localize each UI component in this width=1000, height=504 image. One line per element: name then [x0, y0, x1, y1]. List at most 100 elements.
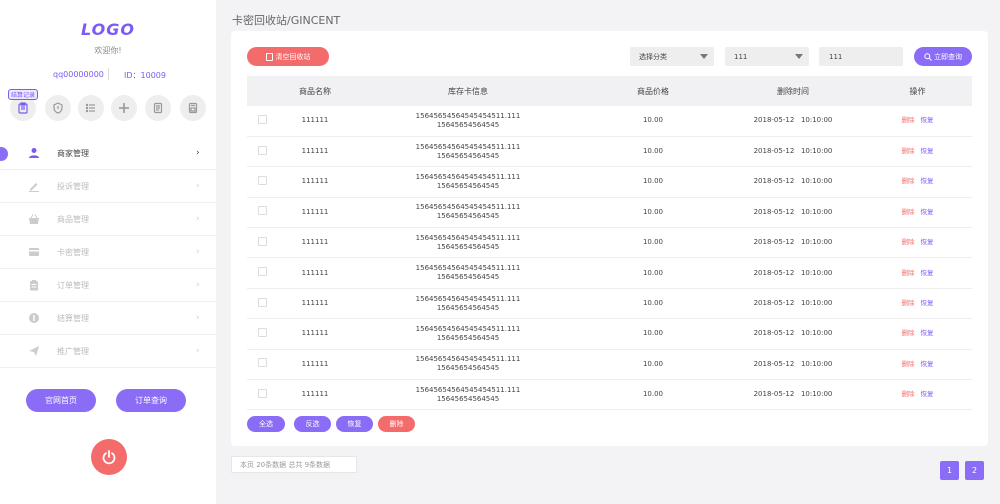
row-checkbox[interactable] — [257, 358, 267, 368]
row-checkbox[interactable] — [257, 267, 267, 277]
product-name: 111111 — [301, 207, 329, 216]
row-delete-link[interactable]: 删除 — [902, 238, 915, 246]
row-delete-link[interactable]: 删除 — [902, 269, 915, 277]
invoice-icon[interactable] — [180, 95, 206, 121]
welcome-text: 欢迎你! — [94, 46, 122, 55]
delete-time: 2018-05-12 10:10:00 — [753, 116, 833, 125]
row-actions: 删除 恢复 — [863, 288, 972, 318]
row-delete-link[interactable]: 删除 — [902, 116, 915, 124]
row-delete-link[interactable]: 删除 — [902, 390, 915, 398]
sidebar-item-card[interactable]: 卡密管理 › — [0, 236, 216, 269]
shield-icon[interactable] — [45, 95, 71, 121]
card-info: 15645654564545454511.111 15645654564545 — [353, 288, 583, 318]
card-info-line: 15645654564545 — [436, 394, 500, 403]
product-name: 111111 — [301, 299, 329, 308]
chevron-right-icon: › — [196, 181, 200, 191]
list-icon[interactable] — [78, 95, 104, 121]
secondary-select-value: 111 — [734, 52, 748, 61]
document-icon — [265, 52, 273, 61]
page-2-button[interactable]: 2 — [965, 461, 984, 480]
row-actions: 删除 恢复 — [863, 197, 972, 227]
search-input[interactable] — [819, 47, 903, 66]
col-card-info: 库存卡信息 — [448, 86, 488, 96]
row-delete-link[interactable]: 删除 — [902, 147, 915, 155]
sidebar-item-label: 订单管理 — [57, 280, 89, 290]
clipboard-icon[interactable]: 结算记录 — [8, 89, 39, 121]
clear-button-label: 清空回收站 — [275, 52, 311, 61]
card-info-line: 15645654564545454511.111 — [415, 172, 521, 181]
sidebar-item-settlement[interactable]: 结算管理 › — [0, 302, 216, 335]
row-restore-link[interactable]: 恢复 — [921, 329, 934, 337]
query-button[interactable]: 立即查询 — [914, 47, 972, 66]
plus-icon[interactable] — [111, 95, 137, 121]
row-delete-link[interactable]: 删除 — [902, 177, 915, 185]
secondary-select[interactable]: 111 — [725, 47, 809, 66]
row-delete-link[interactable]: 删除 — [902, 299, 915, 307]
sidebar-item-product[interactable]: 商品管理 › — [0, 203, 216, 236]
row-checkbox-cell — [247, 228, 277, 258]
row-checkbox[interactable] — [257, 236, 267, 246]
row-restore-link[interactable]: 恢复 — [921, 299, 934, 307]
row-restore-link[interactable]: 恢复 — [921, 269, 934, 277]
row-restore-link[interactable]: 恢复 — [921, 147, 934, 155]
table-row: 111111 15645654564545454511.111 1564565456… — [247, 167, 972, 198]
sidebar: LOGO 欢迎你! qq00000000 ID：10009 结算记录 商家管理 … — [0, 0, 216, 504]
order-query-button[interactable]: 订单查询 — [116, 389, 186, 412]
category-select[interactable]: 选择分类 — [630, 47, 714, 66]
row-checkbox-cell — [247, 136, 277, 166]
power-button[interactable] — [91, 439, 127, 475]
row-actions: 删除 恢复 — [863, 319, 972, 349]
user-icon — [28, 147, 40, 159]
pagination-info: 本页 20条数据 总共 9条数据 — [231, 456, 357, 473]
row-checkbox-cell — [247, 349, 277, 379]
row-checkbox[interactable] — [257, 327, 267, 337]
product-name: 111111 — [301, 238, 329, 247]
row-restore-link[interactable]: 恢复 — [921, 208, 934, 216]
invert-selection-button[interactable]: 反选 — [294, 416, 331, 432]
row-delete-link[interactable]: 删除 — [902, 208, 915, 216]
row-actions: 删除 恢复 — [863, 106, 972, 136]
row-checkbox[interactable] — [257, 114, 267, 124]
account-number: qq00000000 — [53, 70, 104, 79]
sidebar-item-promotion[interactable]: 推广管理 › — [0, 335, 216, 368]
select-all-button[interactable]: 全选 — [247, 416, 285, 432]
card-info-line: 15645654564545 — [436, 181, 500, 190]
sidebar-item-merchant[interactable]: 商家管理 › — [0, 137, 216, 170]
row-checkbox[interactable] — [257, 145, 267, 155]
row-restore-link[interactable]: 恢复 — [921, 360, 934, 368]
document-icon[interactable] — [145, 95, 171, 121]
logo: LOGO — [81, 20, 135, 39]
chevron-right-icon: › — [196, 148, 200, 158]
row-restore-link[interactable]: 恢复 — [921, 238, 934, 246]
sidebar-item-complaint[interactable]: 投诉管理 › — [0, 170, 216, 203]
product-name: 111111 — [301, 147, 329, 156]
card-info-line: 15645654564545454511.111 — [415, 385, 521, 394]
row-checkbox-cell — [247, 288, 277, 318]
clear-recycle-bin-button[interactable]: 清空回收站 — [247, 47, 329, 66]
row-checkbox-cell — [247, 319, 277, 349]
basket-icon — [28, 213, 40, 225]
restore-button[interactable]: 恢复 — [336, 416, 373, 432]
table-row: 111111 15645654564545454511.111 1564565456… — [247, 136, 972, 167]
search-icon — [924, 52, 932, 61]
sidebar-item-order[interactable]: 订单管理 › — [0, 269, 216, 302]
product-name: 111111 — [301, 329, 329, 338]
home-button[interactable]: 官网首页 — [26, 389, 96, 412]
row-checkbox[interactable] — [257, 206, 267, 216]
row-restore-link[interactable]: 恢复 — [921, 116, 934, 124]
delete-time: 2018-05-12 10:10:00 — [753, 177, 833, 186]
delete-button[interactable]: 删除 — [378, 416, 415, 432]
row-checkbox[interactable] — [257, 388, 267, 398]
card-info-line: 15645654564545 — [436, 273, 500, 282]
row-restore-link[interactable]: 恢复 — [921, 390, 934, 398]
row-checkbox[interactable] — [257, 297, 267, 307]
page-1-button[interactable]: 1 — [940, 461, 959, 480]
card-info: 15645654564545454511.111 15645654564545 — [353, 136, 583, 166]
row-actions: 删除 恢复 — [863, 380, 972, 410]
page-title: 卡密回收站/GINCENT — [232, 14, 341, 27]
row-restore-link[interactable]: 恢复 — [921, 177, 934, 185]
card-info-line: 15645654564545454511.111 — [415, 355, 521, 364]
row-checkbox[interactable] — [257, 175, 267, 185]
row-delete-link[interactable]: 删除 — [902, 360, 915, 368]
row-delete-link[interactable]: 删除 — [902, 329, 915, 337]
